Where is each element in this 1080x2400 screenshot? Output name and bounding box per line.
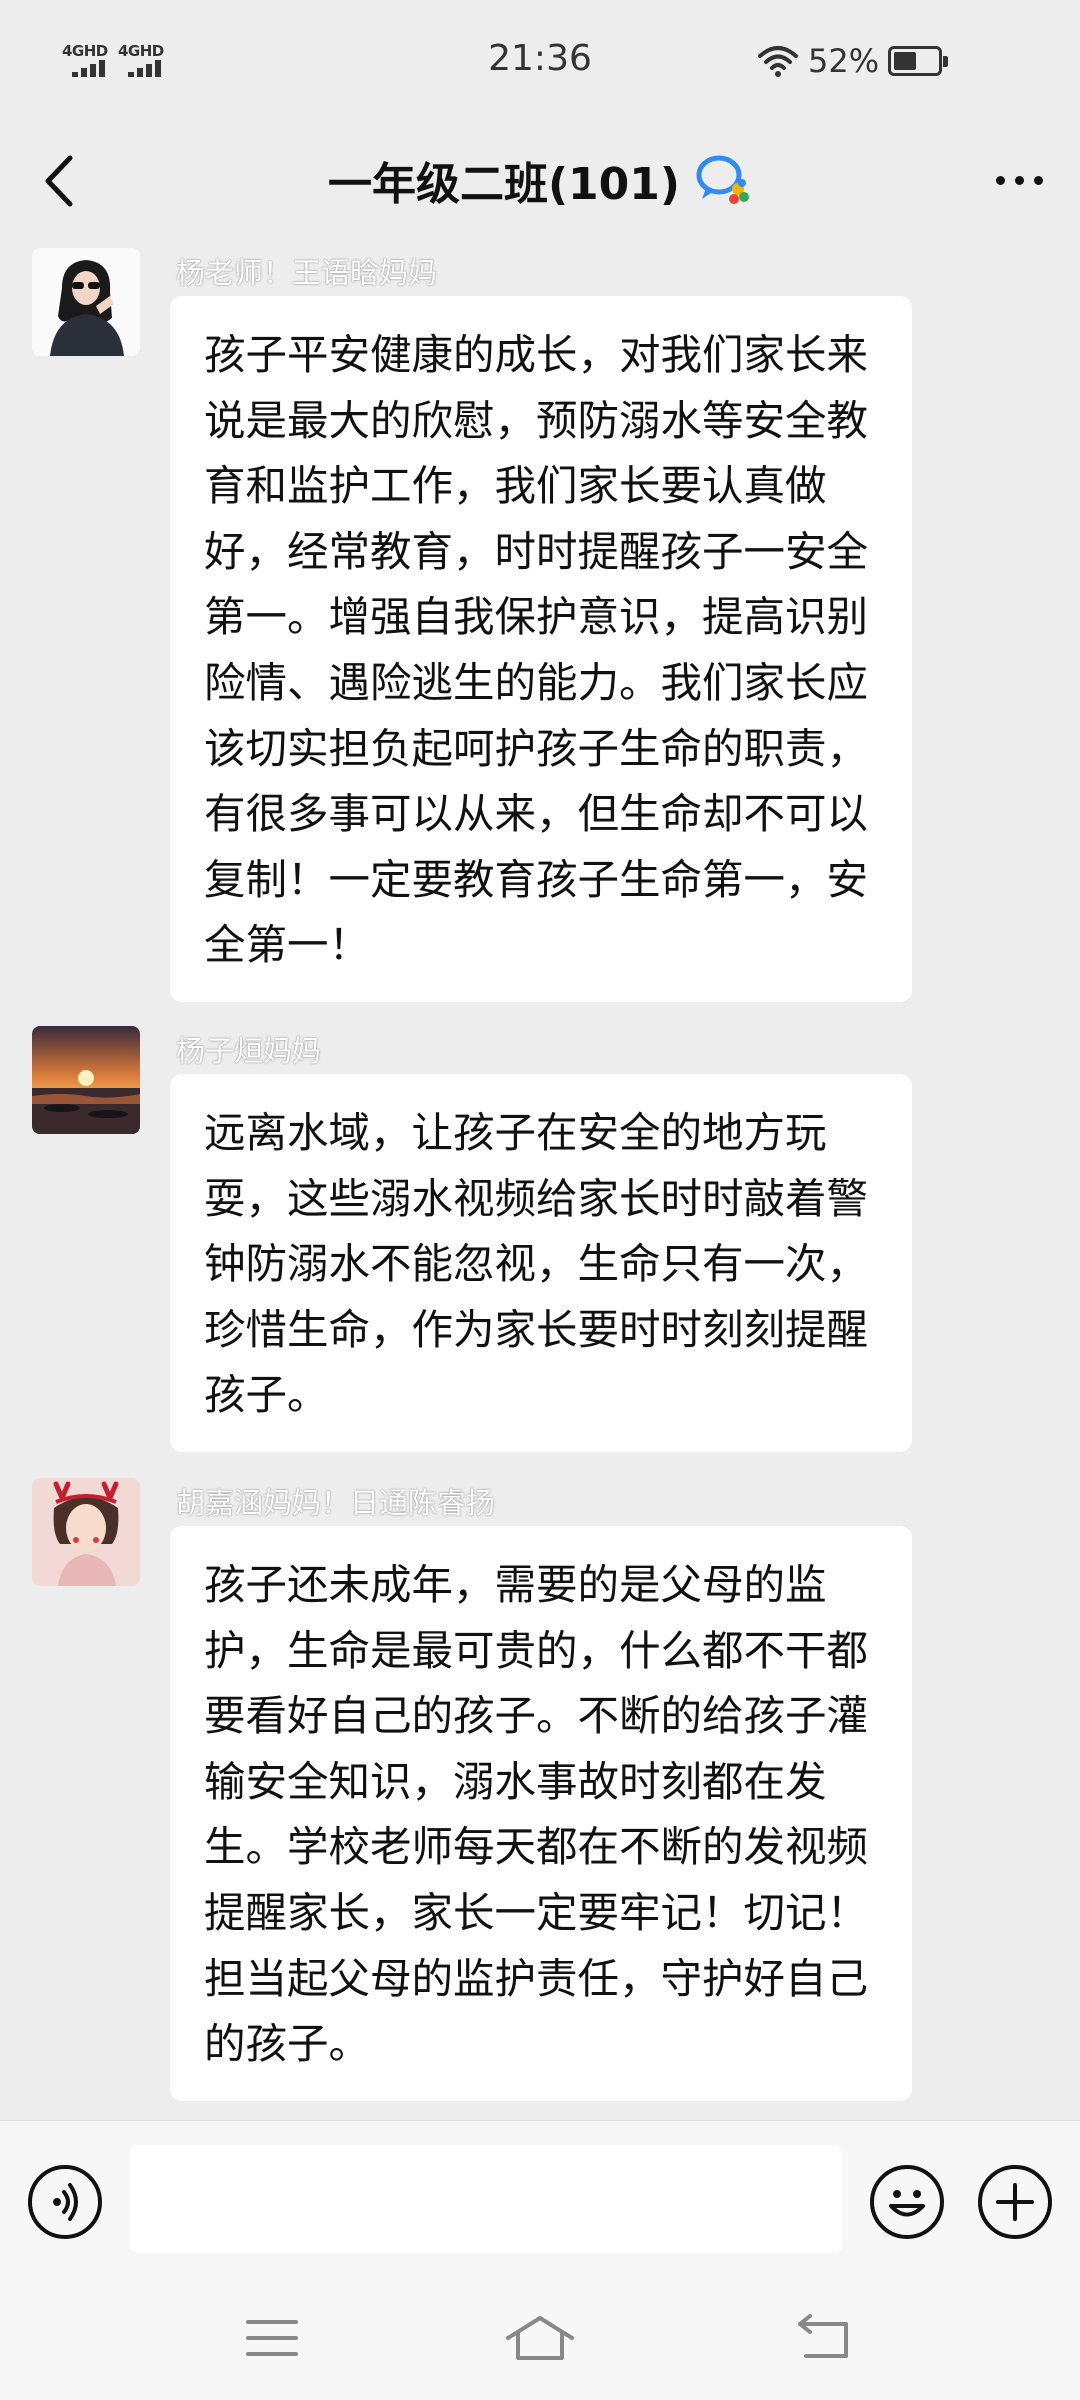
avatar[interactable]	[32, 248, 140, 356]
message-bubble[interactable]: 孩子平安健康的成长，对我们家长来说是最大的欣慰，预防溺水等安全教育和监护工作，我…	[170, 296, 912, 1002]
voice-icon	[53, 2183, 78, 2221]
battery-icon	[888, 46, 948, 76]
wifi-icon	[758, 46, 798, 77]
system-nav-bar	[0, 2280, 1080, 2400]
message-list[interactable]: 杨老师！王语晗妈妈 孩子平安健康的成长，对我们家长来说是最大的欣慰，预防溺水等安…	[0, 240, 1080, 2120]
status-bar: 4GHD 4GHD 21:36 52%	[0, 0, 1080, 120]
title-bar: 一年级二班(101)	[0, 120, 1080, 240]
avatar[interactable]	[32, 1026, 140, 1134]
voice-button[interactable]	[28, 2165, 102, 2239]
more-button[interactable]	[986, 160, 1052, 200]
input-bar	[0, 2120, 1080, 2280]
message-bubble[interactable]: 孩子还未成年，需要的是父母的监护，生命是最可贵的，什么都不干都要看好自己的孩子。…	[170, 1526, 912, 2101]
back-nav-button[interactable]	[792, 2310, 856, 2366]
message-bubble[interactable]: 远离水域，让孩子在安全的地方玩耍，这些溺水视频给家长时时敲着警钟防溺水不能忽视，…	[170, 1074, 912, 1452]
more-functions-button[interactable]	[978, 2165, 1052, 2239]
emoji-button[interactable]	[870, 2165, 944, 2239]
avatar[interactable]	[32, 1478, 140, 1586]
group-chat-icon	[696, 155, 750, 204]
menu-icon	[246, 2320, 298, 2356]
chat-screen: 4GHD 4GHD 21:36 52% 一年级二班(101) 杨老师！王语晗妈妈…	[0, 0, 1080, 2400]
home-button[interactable]	[504, 2310, 576, 2366]
plus-icon	[996, 2183, 1034, 2221]
home-icon	[506, 2316, 574, 2360]
battery-percent: 52%	[808, 42, 880, 80]
more-dots-icon	[995, 175, 1005, 185]
message-input[interactable]	[130, 2145, 842, 2253]
sender-name: 杨子烜妈妈	[176, 1034, 322, 1068]
menu-button[interactable]	[240, 2310, 304, 2366]
emoji-icon	[889, 2190, 925, 2217]
sender-name: 杨老师！王语晗妈妈	[176, 256, 438, 290]
back-arrow-icon	[798, 2314, 848, 2358]
sender-name: 胡嘉涵妈妈！日通陈睿扬	[176, 1486, 496, 1520]
chat-title: 一年级二班(101)	[327, 159, 681, 210]
title-container: 一年级二班(101)	[0, 142, 1080, 218]
